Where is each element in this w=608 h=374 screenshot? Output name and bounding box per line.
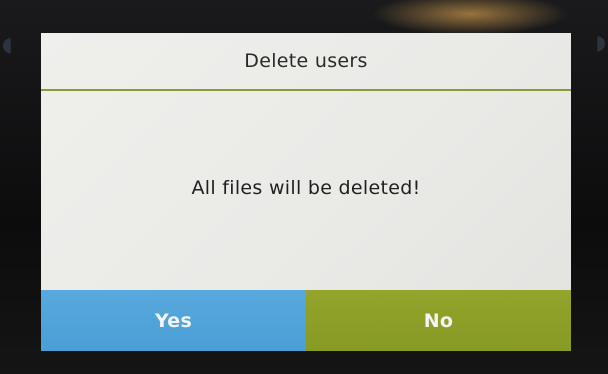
dialog-button-row: Yes No	[41, 290, 571, 351]
yes-button[interactable]: Yes	[41, 290, 306, 351]
bezel-right-glyph: ◗	[595, 30, 606, 54]
no-button-label: No	[423, 309, 454, 332]
dialog-header: Delete users	[41, 33, 571, 89]
bezel-left-glyph: ◖	[2, 32, 13, 56]
dialog-title: Delete users	[244, 50, 368, 72]
no-button[interactable]: No	[306, 290, 571, 351]
dialog-body: All files will be deleted!	[41, 91, 571, 290]
yes-button-label: Yes	[154, 309, 193, 332]
dialog-message: All files will be deleted!	[191, 176, 421, 199]
device-screen: Delete users All files will be deleted! …	[41, 33, 571, 351]
